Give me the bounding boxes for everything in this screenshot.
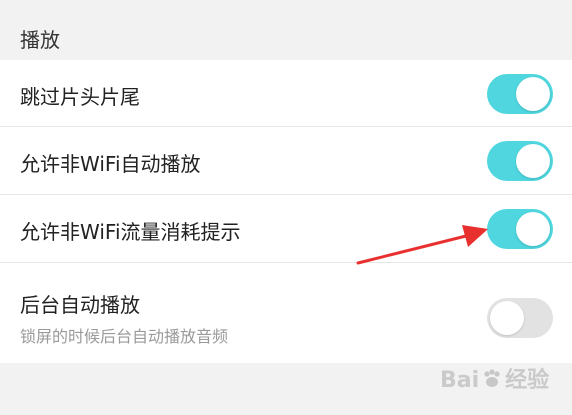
watermark-suffix: 经验 [505, 368, 550, 393]
toggle-knob [516, 144, 550, 178]
watermark-prefix: Bai [440, 368, 480, 393]
setting-row-non-wifi-data-prompt[interactable]: 允许非WiFi流量消耗提示 [0, 195, 572, 263]
settings-screen: 播放 跳过片头片尾 允许非WiFi自动播放 允许非WiFi流量消耗提示 后台自动… [0, 0, 572, 415]
paw-icon [484, 369, 500, 387]
settings-list: 跳过片头片尾 允许非WiFi自动播放 允许非WiFi流量消耗提示 后台自动播放 … [0, 60, 572, 363]
setting-label: 后台自动播放 [20, 293, 140, 317]
watermark: Bai 经验 [440, 362, 549, 394]
background-autoplay-toggle[interactable] [487, 298, 553, 338]
non-wifi-autoplay-toggle[interactable] [487, 141, 553, 181]
non-wifi-data-prompt-toggle[interactable] [487, 209, 553, 249]
setting-label: 允许非WiFi自动播放 [20, 152, 201, 176]
setting-label: 允许非WiFi流量消耗提示 [20, 220, 241, 244]
section-header: 播放 [0, 0, 572, 60]
toggle-knob [490, 301, 524, 335]
toggle-knob [516, 77, 550, 111]
toggle-knob [516, 212, 550, 246]
setting-sublabel: 锁屏的时候后台自动播放音频 [20, 327, 229, 346]
setting-row-skip-intro-outro[interactable]: 跳过片头片尾 [0, 60, 572, 127]
setting-label: 跳过片头片尾 [20, 85, 140, 109]
skip-intro-outro-toggle[interactable] [487, 74, 553, 114]
section-title: 播放 [20, 28, 60, 52]
setting-row-non-wifi-autoplay[interactable]: 允许非WiFi自动播放 [0, 127, 572, 195]
setting-row-background-autoplay[interactable]: 后台自动播放 锁屏的时候后台自动播放音频 [0, 263, 572, 363]
